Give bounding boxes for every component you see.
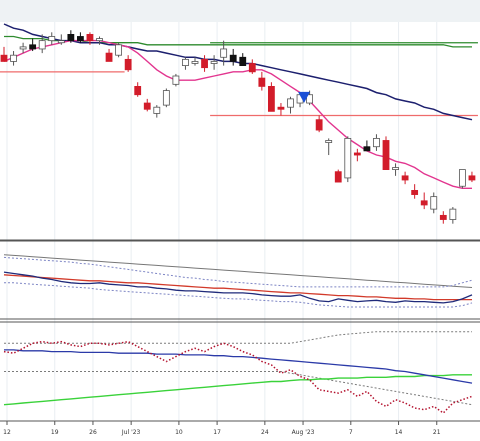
- candle-body: [153, 106, 161, 114]
- x-tick-label: 12: [3, 429, 11, 436]
- candle-body: [191, 61, 199, 64]
- x-tick-label: 26: [89, 429, 97, 436]
- candle-body: [239, 56, 247, 66]
- candle-body: [10, 54, 17, 62]
- candle-body: [162, 90, 170, 106]
- candle-body: [267, 86, 275, 112]
- candle-body: [344, 137, 352, 179]
- indicator2-green-line: [3, 374, 472, 406]
- candle-body: [334, 171, 342, 183]
- stock-chart: 12 19 26 Jul '23 10 17 24 Aug '23 7 14 21: [0, 0, 480, 437]
- candle-body: [182, 58, 189, 67]
- candle-body: [468, 175, 476, 181]
- candle-body: [29, 44, 37, 50]
- indicator2-band-upper: [4, 331, 472, 344]
- x-tick-label: 7: [349, 429, 353, 436]
- chart-canvas: 12 19 26 Jul '23 10 17 24 Aug '23 7 14 21: [0, 0, 480, 436]
- candle-body: [420, 200, 428, 206]
- x-tick-label: 19: [51, 429, 59, 436]
- x-tick-label: Aug '23: [292, 429, 315, 436]
- candle-body: [134, 86, 142, 96]
- candle-body: [96, 38, 103, 42]
- candle-body: [439, 214, 447, 220]
- candle-body: [143, 102, 151, 110]
- candle-body: [220, 48, 228, 58]
- candle-body: [229, 54, 237, 62]
- candle-body: [201, 58, 208, 69]
- candle-body: [67, 34, 75, 42]
- x-tick-label: 14: [395, 429, 403, 436]
- candle-body: [392, 167, 399, 171]
- candle-body: [401, 175, 409, 181]
- candle-body: [57, 40, 65, 44]
- candle-body: [449, 208, 457, 220]
- x-tick-label: Jul '23: [121, 429, 141, 436]
- candle-body: [124, 58, 132, 71]
- candle-body: [172, 75, 180, 85]
- candle-body: [115, 44, 122, 56]
- candle-body: [277, 106, 285, 110]
- x-tick-label: 24: [261, 429, 269, 436]
- x-tick-label: 17: [213, 429, 221, 436]
- candle-body: [411, 189, 419, 195]
- candle-body: [19, 46, 27, 50]
- candle-body: [458, 169, 466, 187]
- x-tick-label: 10: [175, 429, 183, 436]
- candle-body: [210, 61, 218, 64]
- candle-body: [373, 137, 380, 148]
- candle-body: [315, 119, 323, 131]
- candle-body: [258, 77, 266, 87]
- candle-body: [105, 52, 113, 62]
- indicator1-secondary-line: [3, 274, 472, 301]
- indicator1-band-lower: [4, 282, 473, 308]
- candle-body: [363, 146, 371, 152]
- candle-body: [325, 140, 333, 143]
- candle-body: [430, 196, 438, 210]
- candle-body: [353, 152, 361, 156]
- candle-body: [0, 54, 8, 62]
- candle-body: [382, 140, 390, 170]
- x-tick-label: 21: [433, 429, 441, 436]
- candle-body: [248, 63, 256, 73]
- candle-body: [38, 40, 46, 50]
- candle-body: [77, 36, 84, 42]
- candle-body: [287, 98, 294, 108]
- candle-body: [86, 34, 94, 42]
- candle-body: [48, 36, 56, 42]
- header-bar: [0, 0, 480, 22]
- indicator2-primary-line: [4, 349, 473, 384]
